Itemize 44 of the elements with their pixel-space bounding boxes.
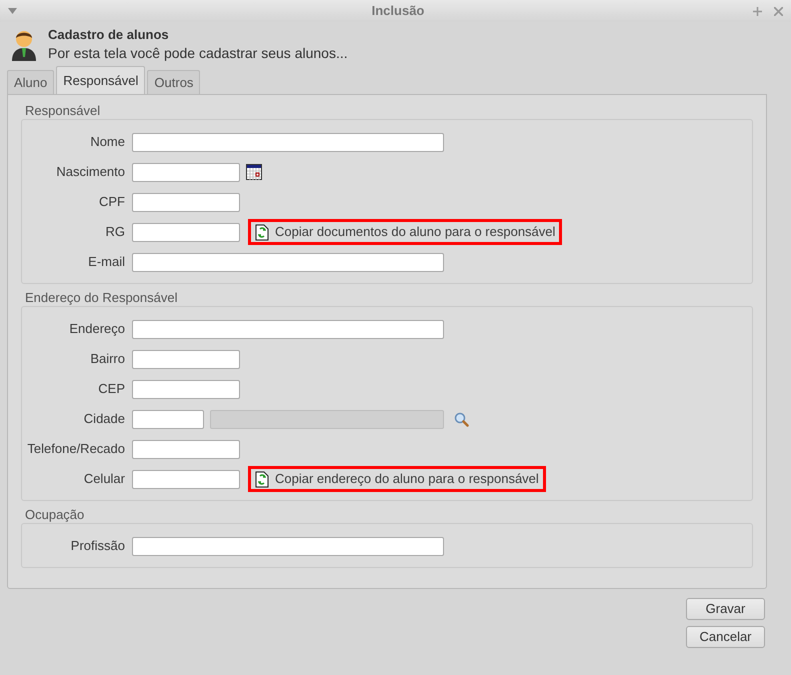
field-label: Bairro bbox=[89, 350, 126, 368]
field-label: Nascimento bbox=[55, 163, 126, 182]
copy-button[interactable]: Copiar documentos do aluno para o responsável bbox=[248, 219, 562, 245]
copy-button[interactable]: Copiar endereço do aluno para o responsável bbox=[248, 466, 546, 492]
group-title: Responsável bbox=[24, 103, 102, 119]
input-field[interactable] bbox=[132, 252, 444, 272]
input-field[interactable] bbox=[132, 470, 240, 488]
group-title: Endereço do Responsável bbox=[24, 290, 178, 306]
input-field[interactable] bbox=[132, 162, 240, 182]
input-field[interactable] bbox=[132, 320, 444, 338]
window-title: Inclusão bbox=[372, 2, 424, 20]
menu-caret-icon[interactable] bbox=[8, 8, 17, 14]
close-icon[interactable] bbox=[774, 6, 783, 16]
input-field[interactable] bbox=[132, 380, 240, 398]
search-icon[interactable] bbox=[454, 412, 469, 426]
field-label: Cidade bbox=[82, 410, 126, 428]
input-field[interactable] bbox=[132, 192, 240, 212]
header-subtitle: Por esta tela você pode cadastrar seus alunos... bbox=[48, 44, 348, 62]
input-field[interactable] bbox=[132, 350, 240, 368]
document-refresh-icon bbox=[255, 224, 269, 240]
input-field[interactable] bbox=[132, 410, 204, 428]
field-label: RG bbox=[104, 223, 126, 242]
tab[interactable]: Aluno bbox=[7, 70, 54, 94]
field-label: Telefone/Recado bbox=[26, 440, 126, 458]
input-field[interactable] bbox=[132, 132, 444, 152]
field-label: E-mail bbox=[87, 253, 126, 272]
group-title: Ocupação bbox=[24, 507, 86, 523]
document-refresh-icon bbox=[255, 470, 269, 488]
field-label: Endereço bbox=[68, 320, 126, 338]
field-label: CEP bbox=[97, 380, 126, 398]
calendar-icon[interactable] bbox=[246, 164, 262, 180]
dialog-button[interactable]: Cancelar bbox=[686, 626, 765, 648]
tab[interactable]: Responsável bbox=[56, 66, 146, 94]
input-field[interactable] bbox=[132, 222, 240, 242]
field-label: Nome bbox=[89, 133, 126, 152]
tab[interactable]: Outros bbox=[147, 70, 200, 94]
field-label: Celular bbox=[82, 470, 126, 488]
input-field[interactable] bbox=[132, 440, 240, 458]
field-label: CPF bbox=[98, 193, 126, 212]
input-field[interactable] bbox=[132, 536, 444, 556]
dialog-button[interactable]: Gravar bbox=[686, 598, 765, 620]
maximize-icon[interactable] bbox=[753, 6, 762, 16]
field-label: Profissão bbox=[70, 537, 126, 556]
header-title: Cadastro de alunos bbox=[48, 26, 170, 44]
